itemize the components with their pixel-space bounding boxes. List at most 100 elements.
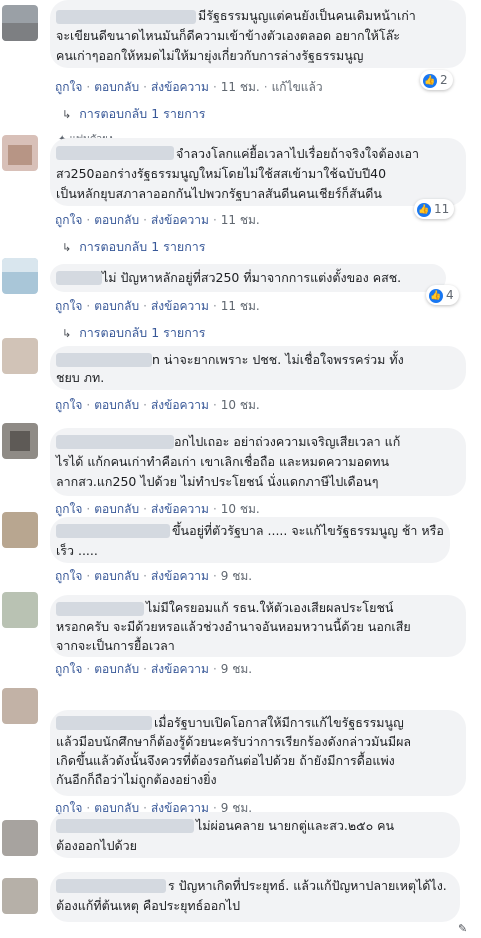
comment-text: n น่าจะยากเพราะ ปชช. ไม่เชื่อใจพรรคร่วม … [152,352,404,367]
avatar[interactable] [2,512,38,548]
reply-button[interactable]: ตอบกลับ [94,569,139,583]
like-icon: 👍 [423,73,437,88]
comment-text: จากจะเป็นการยื้อเวลา [56,638,175,653]
comment-text: ต้องออกไปด้วย [56,838,137,853]
timestamp[interactable]: 9 ชม. [221,569,252,583]
comment-text: เมื่อรัฐบาบเปิดโอกาสให้มีการแก้ไขรัฐธรรม… [154,715,404,730]
avatar[interactable] [2,338,38,374]
share-button[interactable]: ส่งข้อความ [151,398,209,412]
reaction-count[interactable]: 👍 4 [426,285,459,305]
comment-text: หรอกครับ จะมีด้วยหรอแล้วช่วงอำนาจอันหอมห… [56,619,411,634]
comment-text: เกิดขึ้นแล้วดังนั้นจึงควรที่ต้องรอกันต่อ… [56,753,395,768]
author-name[interactable] [56,10,196,24]
like-button[interactable]: ถูกใจ [55,213,82,227]
comment-text: ร ปัญหาเกิดที่ประยุทธ์. แล้วแก้ปัญหาปลาย… [168,878,447,893]
author-name[interactable] [56,435,174,449]
like-button[interactable]: ถูกใจ [55,80,82,94]
view-replies-link[interactable]: ↳ การตอบกลับ 1 รายการ [62,325,206,342]
avatar[interactable] [2,135,38,171]
comment-actions: ถูกใจ · ตอบกลับ · ส่งข้อความ · 11 ชม. [55,299,260,313]
comment-text: สว250ออกร่างรัฐธรรมนูญใหม่โดยไม่ใช้สสเข้… [56,166,387,181]
share-button[interactable]: ส่งข้อความ [151,299,209,313]
comment-bubble: n น่าจะยากเพราะ ปชช. ไม่เชื่อใจพรรคร่วม … [50,346,466,390]
reply-arrow-icon: ↳ [62,327,72,340]
like-button[interactable]: ถูกใจ [55,569,82,583]
comment-text: ไม่ผ่อนคลาย นายกตู่และสว.๒๕๐ คน [196,818,395,833]
comment-actions: ถูกใจ · ตอบกลับ · ส่งข้อความ · 9 ชม. [55,569,253,583]
comment-text: จำลวงโลกแค่ยื้อเวลาไปเรื่อยถ้าจริงใจต้อง… [176,146,420,161]
avatar[interactable] [2,878,38,914]
edited-label[interactable]: แก้ไขแล้ว [272,80,323,94]
comment-bubble: ร ปัญหาเกิดที่ประยุทธ์. แล้วแก้ปัญหาปลาย… [50,872,460,922]
comment-text: เร็ว ..... [56,543,98,558]
avatar[interactable] [2,5,38,41]
edit-icon[interactable]: ✎ [458,922,467,935]
avatar[interactable] [2,820,38,856]
timestamp[interactable]: 11 ชม. [221,299,260,313]
reply-button[interactable]: ตอบกลับ [94,662,139,676]
author-name[interactable] [56,879,166,893]
author-name[interactable] [56,524,170,538]
comment-text: อกไปเถอะ อย่าถ่วงความเจริญเสียเวลา แก้ [174,434,401,449]
reply-button[interactable]: ตอบกลับ [94,80,139,94]
comment-actions: ถูกใจ · ตอบกลับ · ส่งข้อความ · 9 ชม. [55,662,253,676]
view-replies-link[interactable]: ↳ การตอบกลับ 1 รายการ [62,106,206,123]
comment-text: ลากสว.แก250 ไปด้วย ไม่ทำประโยชน์ นั่งแดก… [56,474,379,489]
comment-text: มีรัฐธรรมนูญแต่คนยังเป็นคนเดิมหน้าเก่า [198,8,416,23]
comment-text: จะเขียนดีขนาดไหนมันก็ดีความเข้าข้างตัวเอ… [56,28,401,43]
comment-text: กันอีกก็ถือว่าไม่ถูกต้องอย่างยิ่ง [56,772,217,787]
avatar[interactable] [2,258,38,294]
comment-bubble: เมื่อรัฐบาบเปิดโอกาสให้มีการแก้ไขรัฐธรรม… [50,710,466,796]
share-button[interactable]: ส่งข้อความ [151,80,209,94]
comment-bubble: มีรัฐธรรมนูญแต่คนยังเป็นคนเดิมหน้าเก่า จ… [50,0,466,68]
author-name[interactable] [56,146,174,160]
like-button[interactable]: ถูกใจ [55,398,82,412]
like-button[interactable]: ถูกใจ [55,662,82,676]
comment-text: แล้วมีอบนักศึกษาก็ต้องรู้ด้วยนะครับว่ากา… [56,734,412,749]
comment-actions: ถูกใจ · ตอบกลับ · ส่งข้อความ · 10 ชม. [55,398,260,412]
share-button[interactable]: ส่งข้อความ [151,569,209,583]
comment-text: ไม่ ปัญหาหลักอยู่ที่สว250 ที่มาจากการแต่… [102,270,402,285]
author-name[interactable] [56,271,102,285]
share-button[interactable]: ส่งข้อความ [151,502,209,516]
reaction-count[interactable]: 👍 2 [420,70,453,90]
timestamp[interactable]: 11 ชม. [221,213,260,227]
share-button[interactable]: ส่งข้อความ [151,213,209,227]
comment-actions: ถูกใจ · ตอบกลับ · ส่งข้อความ · 11 ชม. [55,213,260,227]
author-name[interactable] [56,716,152,730]
like-icon: 👍 [429,288,443,303]
like-icon: 👍 [417,202,431,217]
author-name[interactable] [56,602,144,616]
reply-button[interactable]: ตอบกลับ [94,299,139,313]
comment-text: เป็นหลักยุบสภาลาออกกันไปพวกรัฐบาลสันดีนค… [56,186,382,201]
comment-bubble: ไม่มีใครยอมแก้ รธน.ให้ตัวเองเสียผลประโยช… [50,595,466,657]
comment-bubble: จำลวงโลกแค่ยื้อเวลาไปเรื่อยถ้าจริงใจต้อง… [50,138,466,206]
author-name[interactable] [56,353,152,367]
comment-text: ขึ้นอยู่ที่ตัวรัฐบาล ..... จะแก้ไขรัฐธรร… [172,523,444,538]
comment-bubble: ไม่ ปัญหาหลักอยู่ที่สว250 ที่มาจากการแต่… [50,264,446,292]
reply-button[interactable]: ตอบกลับ [94,398,139,412]
share-button[interactable]: ส่งข้อความ [151,662,209,676]
comment-text: ชยบ ภท. [56,370,105,382]
reaction-count[interactable]: 👍 11 [414,199,455,219]
avatar[interactable] [2,688,38,724]
comment-bubble: อกไปเถอะ อย่าถ่วงความเจริญเสียเวลา แก้ ไ… [50,428,466,496]
timestamp[interactable]: 10 ชม. [221,398,260,412]
like-button[interactable]: ถูกใจ [55,299,82,313]
avatar[interactable] [2,592,38,628]
comment-text: คนเก่าๆออกให้หมดไม่ให้มายุ่งเกี่ยวกับการ… [56,48,364,63]
reply-arrow-icon: ↳ [62,241,72,254]
avatar[interactable] [2,423,38,459]
author-name[interactable] [56,819,194,833]
reply-button[interactable]: ตอบกลับ [94,502,139,516]
view-replies-link[interactable]: ↳ การตอบกลับ 1 รายการ [62,239,206,256]
timestamp[interactable]: 11 ชม. [221,80,260,94]
timestamp[interactable]: 10 ชม. [221,502,260,516]
reply-button[interactable]: ตอบกลับ [94,213,139,227]
comment-text: ไม่มีใครยอมแก้ รธน.ให้ตัวเองเสียผลประโยช… [146,600,394,615]
comment-actions: ถูกใจ · ตอบกลับ · ส่งข้อความ · 11 ชม. · แก้ไขแล้… [55,80,323,94]
timestamp[interactable]: 9 ชม. [221,662,252,676]
reply-arrow-icon: ↳ [62,108,72,121]
comment-text: ต้องแก้ที่ต้นเหตุ คือประยุทธ์ออกไป [56,898,241,913]
like-button[interactable]: ถูกใจ [55,502,82,516]
